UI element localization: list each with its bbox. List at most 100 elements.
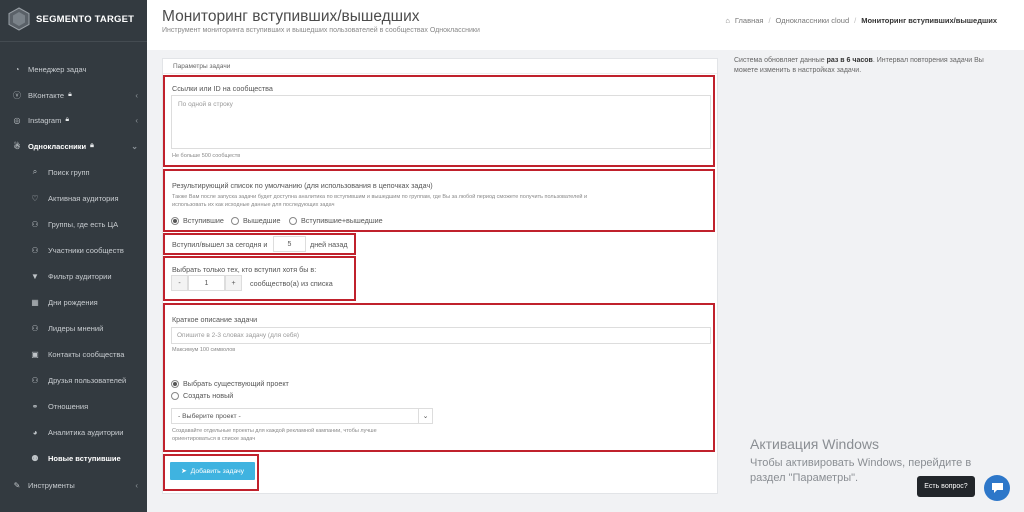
days-input[interactable]: 5 [273, 236, 306, 252]
sidebar-item-odnoklassniki[interactable]: ☃ Одноклассники 🔒︎ ⌄ [0, 134, 147, 158]
radio-existing-project[interactable]: Выбрать существующий проект [171, 379, 289, 388]
description-label: Краткое описание задачи [172, 315, 258, 324]
result-label: Результирующий список по умолчанию (для … [172, 181, 433, 190]
contact-card-icon: ▣ [31, 349, 39, 359]
radio-both[interactable]: Вступившие+вышедшие [289, 216, 383, 225]
sidebar-item-user-friends[interactable]: ⚇ Друзья пользователей [0, 368, 147, 392]
sidebar-item-label: Новые вступившие [48, 453, 121, 463]
result-hint: Также Вам после запуска задачи будет дос… [172, 194, 588, 208]
links-hint: Не больше 500 сообществ [172, 153, 241, 159]
links-label: Ссылки или ID на сообщества [172, 84, 273, 93]
info-text-bold: раз в 6 часов [826, 57, 873, 64]
add-task-button[interactable]: ➤ Добавить задачу [170, 462, 255, 480]
sidebar-item-label: ВКонтакте [28, 90, 65, 100]
wrench-icon: ✎ [13, 480, 21, 490]
breadcrumb-current: Мониторинг вступивших/вышедших [861, 16, 997, 25]
breadcrumb-ok-cloud[interactable]: Одноклассники cloud [776, 16, 850, 25]
logo[interactable]: SEGMENTO TARGET [8, 6, 134, 32]
update-info: Система обновляет данные раз в 6 часов. … [734, 56, 1004, 76]
page-subtitle: Инструмент мониторинга вступивших и выше… [162, 27, 480, 34]
links-placeholder: По одной в строку [178, 101, 233, 108]
sidebar-item-audience-filter[interactable]: ▼ Фильтр аудитории [0, 264, 147, 288]
sidebar-item-audience-analytics[interactable]: ◕ Аналитика аудитории [0, 420, 147, 444]
chart-pie-icon: ◕ [32, 427, 38, 437]
radio-dot-selected [171, 216, 179, 225]
sidebar-item-label: Менеджер задач [28, 64, 87, 74]
tachometer-icon: ◔ [14, 64, 20, 74]
sidebar-item-vk[interactable]: ⓥ ВКонтакте 🔒︎ ‹ [0, 83, 147, 107]
help-tooltip[interactable]: Есть вопрос? [917, 476, 975, 497]
sidebar-item-birthdays[interactable]: ▦ Дни рождения [0, 290, 147, 314]
odnoklassniki-icon: ☃ [13, 141, 21, 151]
sidebar-item-label: Лидеры мнений [48, 323, 104, 333]
breadcrumb: ⌂ Главная / Одноклассники cloud / Монито… [725, 16, 997, 25]
radio-dot [289, 216, 297, 225]
sidebar-item-relations[interactable]: ⚭ Отношения [0, 394, 147, 418]
page-header: Мониторинг вступивших/вышедших Инструмен… [147, 0, 1024, 50]
sidebar-item-label: Отношения [48, 401, 89, 411]
users-icon: ⚇ [31, 219, 39, 229]
sidebar-item-active-audience[interactable]: ♡ Активная аудитория [0, 186, 147, 210]
sidebar-item-label: Аналитика аудитории [48, 427, 124, 437]
sidebar-item-group-search[interactable]: ⌕ Поиск групп [0, 160, 147, 184]
search-icon: ⌕ [32, 167, 38, 176]
radio-dot [231, 216, 239, 225]
count-input[interactable]: 1 [188, 275, 225, 291]
sidebar-item-label: Инструменты [28, 480, 75, 490]
add-task-label: Добавить задачу [190, 467, 245, 475]
leaders-icon: ⚇ [31, 323, 39, 333]
windows-activation-title: Активация Windows [750, 436, 880, 452]
radio-joined-label: Вступившие [183, 216, 224, 225]
breadcrumb-separator: / [854, 16, 857, 25]
main-content: Мониторинг вступивших/вышедших Инструмен… [147, 0, 1024, 512]
sidebar-item-label: Одноклассники [28, 141, 87, 151]
lock-icon: 🔒︎ [68, 91, 72, 98]
relations-icon: ⚭ [31, 401, 39, 411]
sidebar-item-new-members[interactable]: ⚉ Новые вступившие [0, 446, 147, 470]
sidebar-item-task-manager[interactable]: ◔ Менеджер задач [0, 57, 147, 81]
sidebar-item-community-members[interactable]: ⚇ Участники сообществ [0, 238, 147, 262]
sidebar-item-groups-with-ta[interactable]: ⚇ Группы, где есть ЦА [0, 212, 147, 236]
breadcrumb-home[interactable]: Главная [735, 16, 764, 25]
sidebar-item-opinion-leaders[interactable]: ⚇ Лидеры мнений [0, 316, 147, 340]
home-icon: ⌂ [725, 16, 730, 25]
instagram-icon: ◎ [13, 115, 21, 125]
project-select[interactable]: - Выберите проект - ⌄ [171, 408, 433, 424]
lock-icon: 🔒︎ [90, 142, 94, 149]
links-textarea[interactable]: По одной в строку [171, 95, 711, 149]
vk-icon: ⓥ [13, 90, 21, 100]
choose-label: Выбрать только тех, кто вступил хотя бы … [172, 265, 317, 274]
days-suffix: дней назад [310, 240, 348, 249]
radio-joined[interactable]: Вступившие [171, 216, 224, 225]
description-input[interactable]: Опишите в 2-3 словах задачу (для себя) [171, 327, 711, 344]
radio-both-label: Вступившие+вышедшие [301, 216, 383, 225]
sidebar-item-instagram[interactable]: ◎ Instagram 🔒︎ ‹ [0, 108, 147, 132]
logo-hex-icon [8, 7, 30, 31]
sidebar-item-community-contacts[interactable]: ▣ Контакты сообщества [0, 342, 147, 366]
breadcrumb-separator: / [768, 16, 771, 25]
sidebar-item-label: Instagram [28, 115, 62, 125]
friends-icon: ⚇ [31, 375, 39, 385]
chevron-left-icon: ‹ [135, 115, 138, 125]
filter-icon: ▼ [31, 271, 39, 281]
chevron-left-icon: ‹ [135, 90, 138, 100]
description-hint: Максимум 100 символов [172, 347, 236, 353]
sidebar-item-label: Дни рождения [48, 297, 98, 307]
logo-text: SEGMENTO TARGET [36, 13, 135, 25]
radio-dot-selected [171, 379, 179, 388]
days-prefix: Вступил/вышел за сегодня и [172, 240, 268, 249]
sidebar-item-label: Группы, где есть ЦА [48, 219, 119, 229]
radio-new-project[interactable]: Создать новый [171, 391, 233, 400]
radio-left[interactable]: Вышедшие [231, 216, 281, 225]
increment-button[interactable]: + [225, 275, 242, 291]
sidebar-item-tools[interactable]: ✎ Инструменты ‹ [0, 473, 147, 497]
project-select-value: - Выберите проект - [178, 412, 241, 420]
paper-plane-icon: ➤ [180, 468, 187, 475]
radio-new-label: Создать новый [183, 391, 234, 400]
sidebar-item-label: Контакты сообщества [48, 349, 125, 359]
page-title: Мониторинг вступивших/вышедших [162, 8, 420, 25]
radio-dot [171, 391, 179, 400]
sidebar-item-label: Друзья пользователей [48, 375, 127, 385]
chat-bubble-icon[interactable] [984, 475, 1010, 501]
decrement-button[interactable]: - [171, 275, 188, 291]
